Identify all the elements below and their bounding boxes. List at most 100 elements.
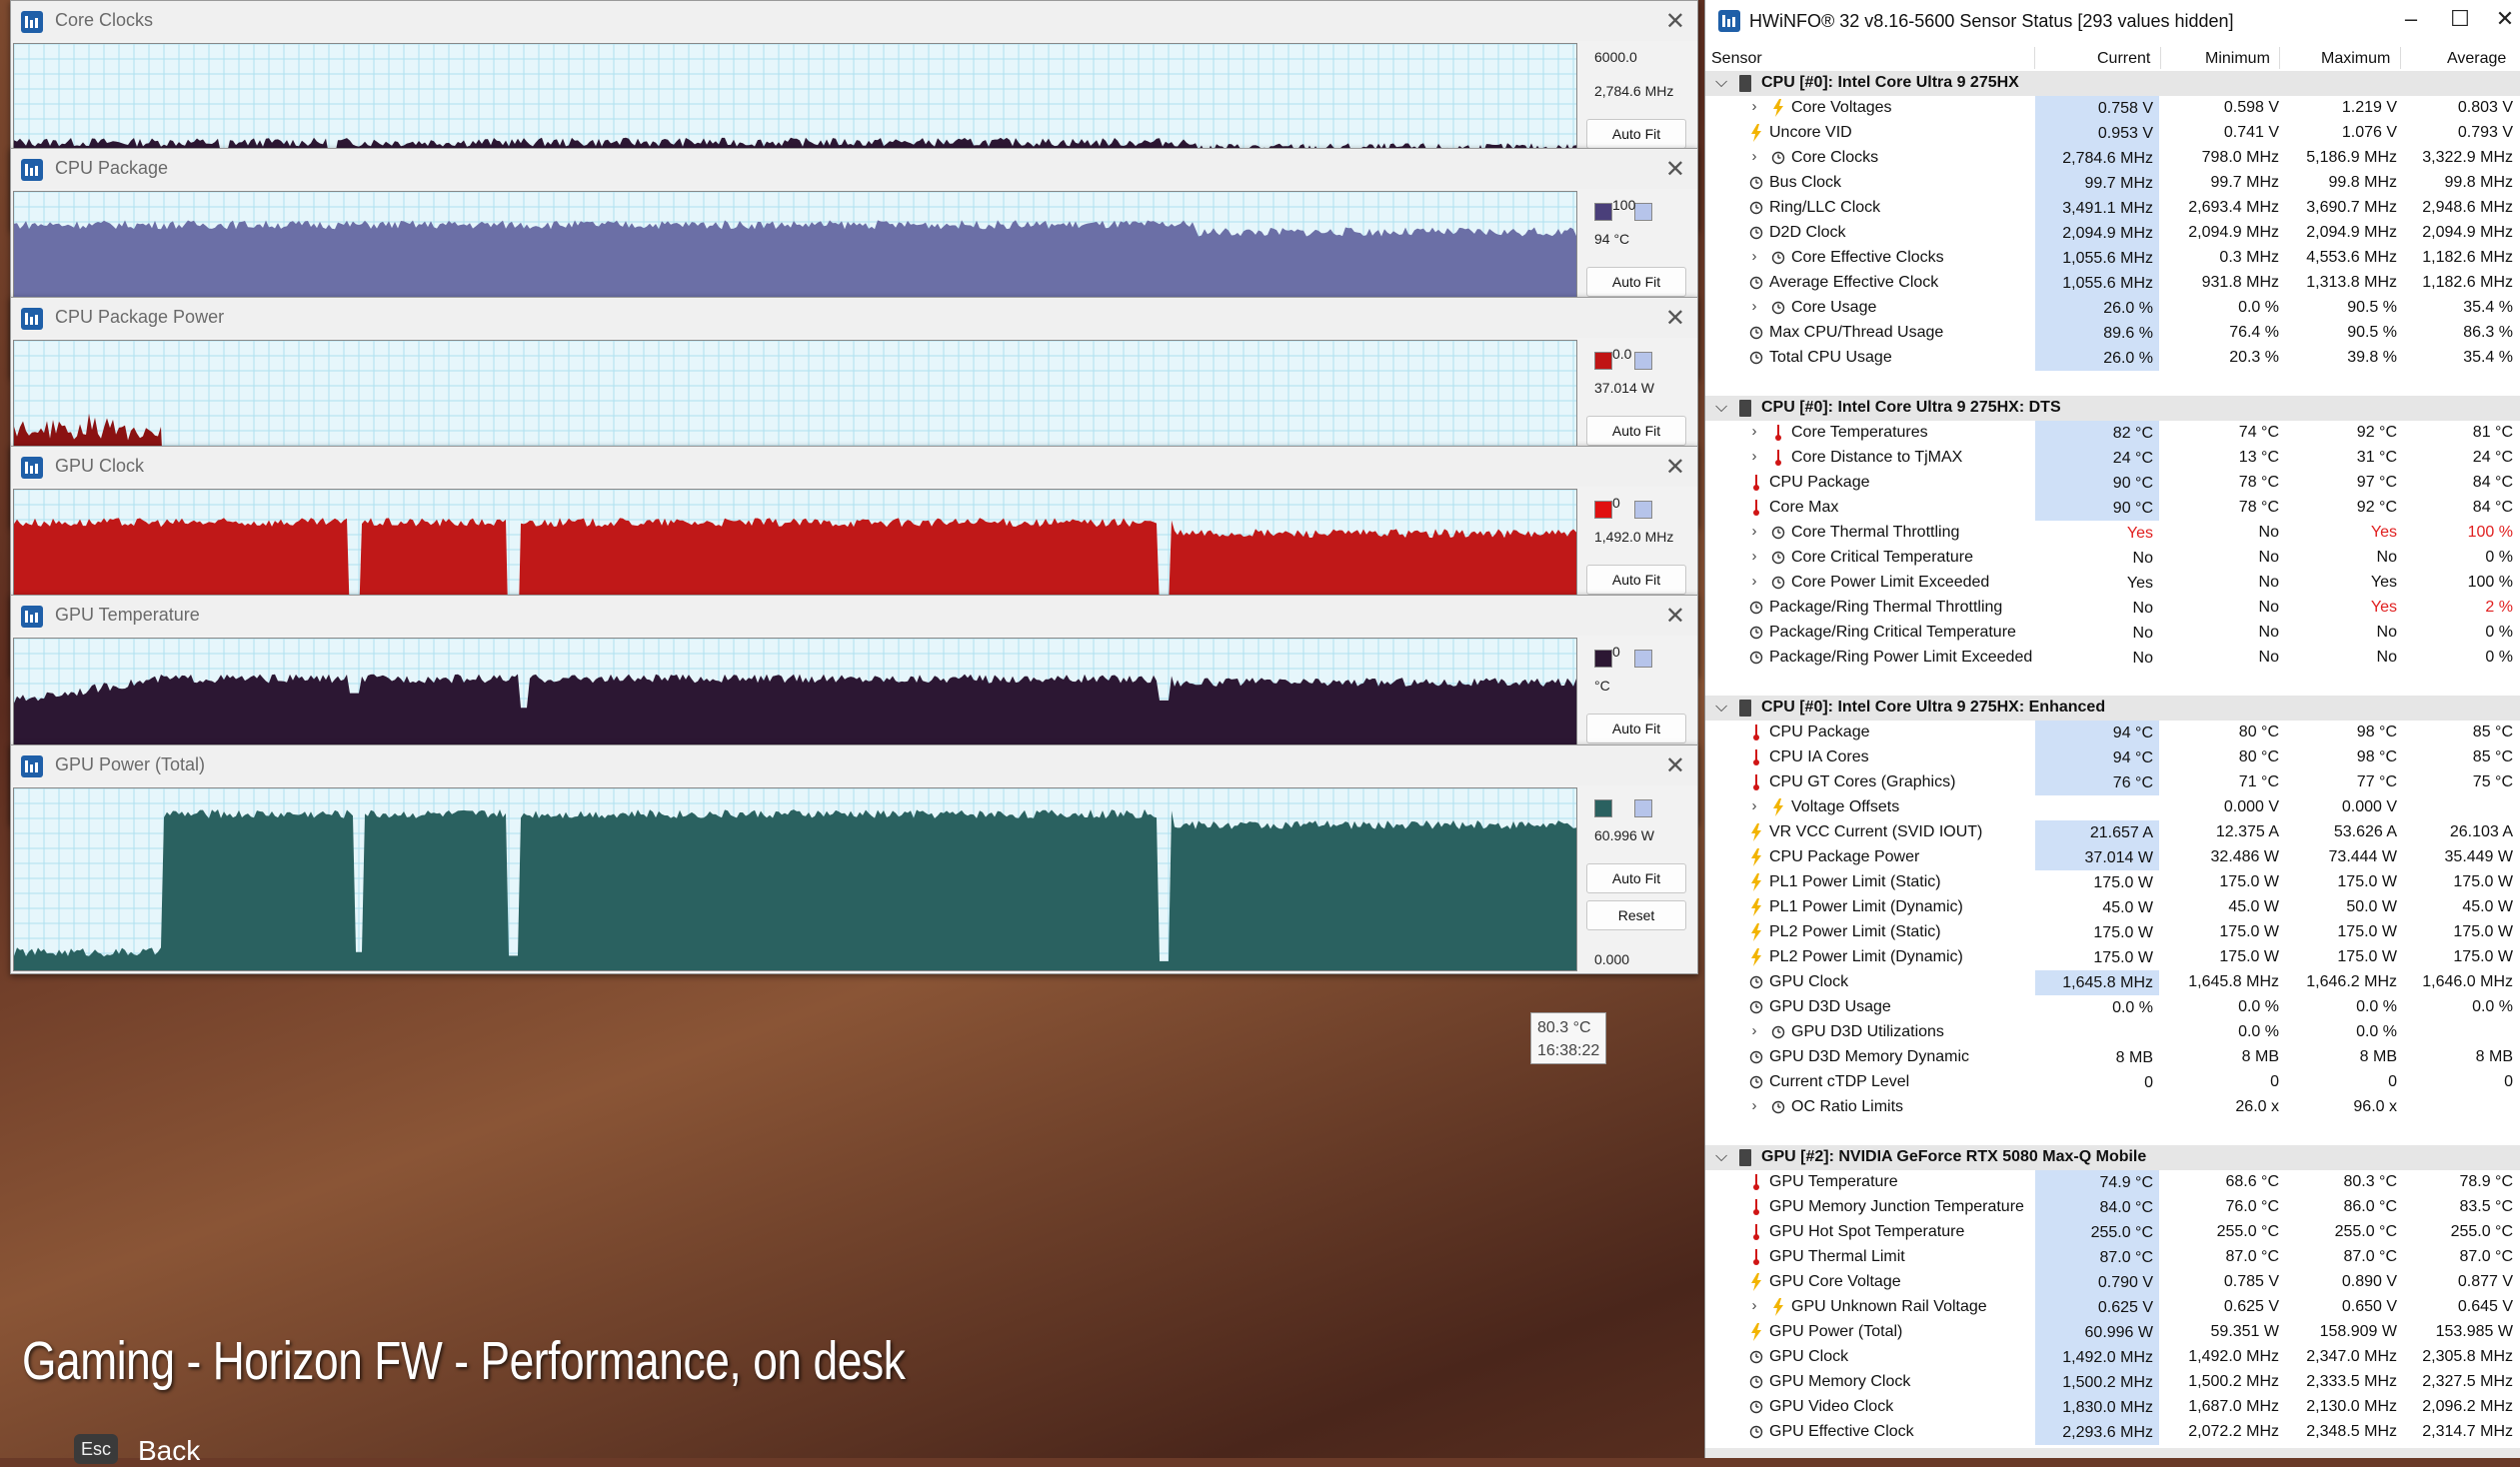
color-swatch[interactable]	[1634, 650, 1652, 668]
auto-fit-button[interactable]: Auto Fit	[1586, 267, 1686, 297]
color-swatch[interactable]	[1634, 501, 1652, 519]
close-icon[interactable]: ✕	[1665, 7, 1685, 36]
sensor-row[interactable]: Current cTDP Level 0 0 0 0	[1705, 1070, 2520, 1095]
sensor-row[interactable]: › Core Effective Clocks 1,055.6 MHz 0.3 MHz…	[1705, 246, 2520, 271]
sensor-row[interactable]: GPU Thermal Limit 87.0 °C 87.0 °C 87.0 °C 87…	[1705, 1245, 2520, 1270]
graph-titlebar[interactable]: CPU Package ✕	[11, 149, 1697, 189]
sensor-row[interactable]: GPU Clock 1,492.0 MHz 1,492.0 MHz 2,347.0 M…	[1705, 1345, 2520, 1370]
sensor-row[interactable]: › Core Power Limit Exceeded Yes No Yes 100 %	[1705, 571, 2520, 596]
sensor-row[interactable]: PL1 Power Limit (Dynamic) 45.0 W 45.0 W 50.…	[1705, 895, 2520, 920]
chevron-right-icon[interactable]: ›	[1747, 423, 1761, 440]
sensor-row[interactable]: CPU Package 94 °C 80 °C 98 °C 85 °C	[1705, 721, 2520, 745]
chevron-right-icon[interactable]: ›	[1747, 797, 1761, 814]
auto-fit-button[interactable]: Auto Fit	[1586, 565, 1686, 595]
col-average[interactable]: Average	[2447, 50, 2506, 68]
color-swatch[interactable]	[1594, 650, 1612, 668]
graph-titlebar[interactable]: CPU Package Power ✕	[11, 298, 1697, 338]
sensor-row[interactable]: GPU Effective Clock 2,293.6 MHz 2,072.2 MH…	[1705, 1420, 2520, 1445]
chevron-right-icon[interactable]: ›	[1747, 298, 1761, 315]
col-sensor[interactable]: Sensor	[1711, 50, 1762, 68]
minimize-icon[interactable]: –	[2391, 6, 2431, 32]
sensor-group-header[interactable]: ⌵ CPU [#0]: Intel Core Ultra 9 275HX: DTS	[1705, 396, 2520, 421]
sensor-group-header[interactable]: ⌵ CPU [#0]: Intel Core Ultra 9 275HX: Enh…	[1705, 696, 2520, 721]
col-minimum[interactable]: Minimum	[2205, 50, 2270, 68]
graph-titlebar[interactable]: GPU Power (Total) ✕	[11, 745, 1697, 785]
color-swatch[interactable]	[1594, 799, 1612, 817]
sensor-row[interactable]: › Core Distance to TjMAX 24 °C 13 °C 31 °C 24…	[1705, 446, 2520, 471]
sensor-row[interactable]: › Core Temperatures 82 °C 74 °C 92 °C 81 °C	[1705, 421, 2520, 446]
sensor-row[interactable]: › Voltage Offsets 0.000 V 0.000 V	[1705, 795, 2520, 820]
graph-titlebar[interactable]: GPU Clock ✕	[11, 447, 1697, 487]
chevron-right-icon[interactable]: ›	[1747, 548, 1761, 565]
sensor-row[interactable]: GPU Power (Total) 60.996 W 59.351 W 158.909…	[1705, 1320, 2520, 1345]
close-icon[interactable]: ✕	[1665, 602, 1685, 631]
sensor-row[interactable]: PL2 Power Limit (Static) 175.0 W 175.0 W 17…	[1705, 920, 2520, 945]
sensor-row[interactable]: › Core Usage 26.0 % 0.0 % 90.5 % 35.4 %	[1705, 296, 2520, 321]
chevron-right-icon[interactable]: ›	[1747, 1022, 1761, 1039]
sensor-row[interactable]: CPU GT Cores (Graphics) 76 °C 71 °C 77 °C 75…	[1705, 770, 2520, 795]
color-swatch[interactable]	[1634, 203, 1652, 221]
chevron-right-icon[interactable]: ›	[1747, 1097, 1761, 1114]
sensor-row[interactable]: PL1 Power Limit (Static) 175.0 W 175.0 W 17…	[1705, 870, 2520, 895]
sensor-row[interactable]: Core Max 90 °C 78 °C 92 °C 84 °C	[1705, 496, 2520, 521]
close-icon[interactable]: ✕	[1665, 304, 1685, 333]
chevron-right-icon[interactable]: ›	[1747, 448, 1761, 465]
sensor-row[interactable]: GPU D3D Usage 0.0 % 0.0 % 0.0 % 0.0 %	[1705, 995, 2520, 1020]
sensor-group-header[interactable]: ⌵ GPU [#2]: NVIDIA GeForce RTX 5080 Max-Q…	[1705, 1145, 2520, 1170]
col-current[interactable]: Current	[2097, 50, 2150, 68]
maximize-icon[interactable]: ☐	[2440, 6, 2480, 32]
sensor-row[interactable]: VR VCC Current (SVID IOUT) 21.657 A 12.375…	[1705, 820, 2520, 845]
chevron-right-icon[interactable]: ›	[1747, 148, 1761, 165]
sensor-row[interactable]: › Core Clocks 2,784.6 MHz 798.0 MHz 5,186.9 …	[1705, 146, 2520, 171]
sensor-row[interactable]: › Core Critical Temperature No No No 0 %	[1705, 546, 2520, 571]
sensor-row[interactable]: › Core Voltages 0.758 V 0.598 V 1.219 V 0.803…	[1705, 96, 2520, 121]
close-icon[interactable]: ✕	[1665, 751, 1685, 780]
color-swatch[interactable]	[1594, 203, 1612, 221]
color-swatch[interactable]	[1594, 501, 1612, 519]
reset-button[interactable]: Reset	[1586, 900, 1686, 930]
close-icon[interactable]: ✕	[1665, 453, 1685, 482]
sensor-row[interactable]: GPU Hot Spot Temperature 255.0 °C 255.0 °C…	[1705, 1220, 2520, 1245]
sensor-row[interactable]: GPU Clock 1,645.8 MHz 1,645.8 MHz 1,646.2 M…	[1705, 970, 2520, 995]
chevron-down-icon[interactable]: ⌵	[1715, 1148, 1727, 1166]
sensor-row[interactable]: GPU Video Clock 1,830.0 MHz 1,687.0 MHz 2,1…	[1705, 1395, 2520, 1420]
sensor-row[interactable]: Package/Ring Critical Temperature No No No 0…	[1705, 621, 2520, 646]
sensor-row[interactable]: GPU Core Voltage 0.790 V 0.785 V 0.890 V 0.8…	[1705, 1270, 2520, 1295]
color-swatch[interactable]	[1634, 352, 1652, 370]
sensor-row[interactable]: GPU Memory Junction Temperature 84.0 °C 76…	[1705, 1195, 2520, 1220]
sensor-row[interactable]: GPU D3D Memory Dynamic 8 MB 8 MB 8 MB 8 MB	[1705, 1045, 2520, 1070]
graph-titlebar[interactable]: GPU Temperature ✕	[11, 596, 1697, 636]
sensor-row[interactable]: GPU Memory Clock 1,500.2 MHz 1,500.2 MHz 2,…	[1705, 1370, 2520, 1395]
sensor-row[interactable]: CPU Package 90 °C 78 °C 97 °C 84 °C	[1705, 471, 2520, 496]
chevron-right-icon[interactable]: ›	[1747, 573, 1761, 590]
sensor-row[interactable]: Total CPU Usage 26.0 % 20.3 % 39.8 % 35.4 %	[1705, 346, 2520, 371]
hwinfo-titlebar[interactable]: HWiNFO® 32 v8.16-5600 Sensor Status [293…	[1705, 0, 2520, 44]
sensor-row[interactable]: › Core Thermal Throttling Yes No Yes 100 %	[1705, 521, 2520, 546]
col-maximum[interactable]: Maximum	[2321, 50, 2390, 68]
chevron-right-icon[interactable]: ›	[1747, 248, 1761, 265]
chevron-down-icon[interactable]: ⌵	[1715, 699, 1727, 717]
chevron-down-icon[interactable]: ⌵	[1715, 399, 1727, 417]
chevron-right-icon[interactable]: ›	[1747, 523, 1761, 540]
chevron-right-icon[interactable]: ›	[1747, 1297, 1761, 1314]
auto-fit-button[interactable]: Auto Fit	[1586, 416, 1686, 446]
sensor-row[interactable]: › GPU D3D Utilizations 0.0 % 0.0 %	[1705, 1020, 2520, 1045]
sensor-row[interactable]: D2D Clock 2,094.9 MHz 2,094.9 MHz 2,094.9 M…	[1705, 221, 2520, 246]
sensor-row[interactable]: GPU Temperature 74.9 °C 68.6 °C 80.3 °C 78.9…	[1705, 1170, 2520, 1195]
close-icon[interactable]: ✕	[2485, 6, 2520, 32]
sensor-row[interactable]: Bus Clock 99.7 MHz 99.7 MHz 99.8 MHz 99.8 MH…	[1705, 171, 2520, 196]
sensor-row[interactable]: › OC Ratio Limits 26.0 x 96.0 x	[1705, 1095, 2520, 1120]
sensor-row[interactable]: Package/Ring Thermal Throttling No No Yes 2 …	[1705, 596, 2520, 621]
sensor-row[interactable]: Ring/LLC Clock 3,491.1 MHz 2,693.4 MHz 3,69…	[1705, 196, 2520, 221]
sensor-row[interactable]: Uncore VID 0.953 V 0.741 V 1.076 V 0.793 V	[1705, 121, 2520, 146]
sensor-row[interactable]: CPU Package Power 37.014 W 32.486 W 73.444 …	[1705, 845, 2520, 870]
close-icon[interactable]: ✕	[1665, 155, 1685, 184]
color-swatch[interactable]	[1634, 799, 1652, 817]
sensor-row[interactable]: Package/Ring Power Limit Exceeded No No No 0…	[1705, 646, 2520, 671]
sensor-row[interactable]: Average Effective Clock 1,055.6 MHz 931.8 …	[1705, 271, 2520, 296]
sensor-row[interactable]: Max CPU/Thread Usage 89.6 % 76.4 % 90.5 % 86…	[1705, 321, 2520, 346]
sensor-row[interactable]: CPU IA Cores 94 °C 80 °C 98 °C 85 °C	[1705, 745, 2520, 770]
graph-window[interactable]: GPU Power (Total) ✕ 60.996 W 0.000 Auto Fit R…	[10, 744, 1698, 974]
chevron-down-icon[interactable]: ⌵	[1715, 74, 1727, 92]
sensor-row[interactable]: PL2 Power Limit (Dynamic) 175.0 W 175.0 W 1…	[1705, 945, 2520, 970]
